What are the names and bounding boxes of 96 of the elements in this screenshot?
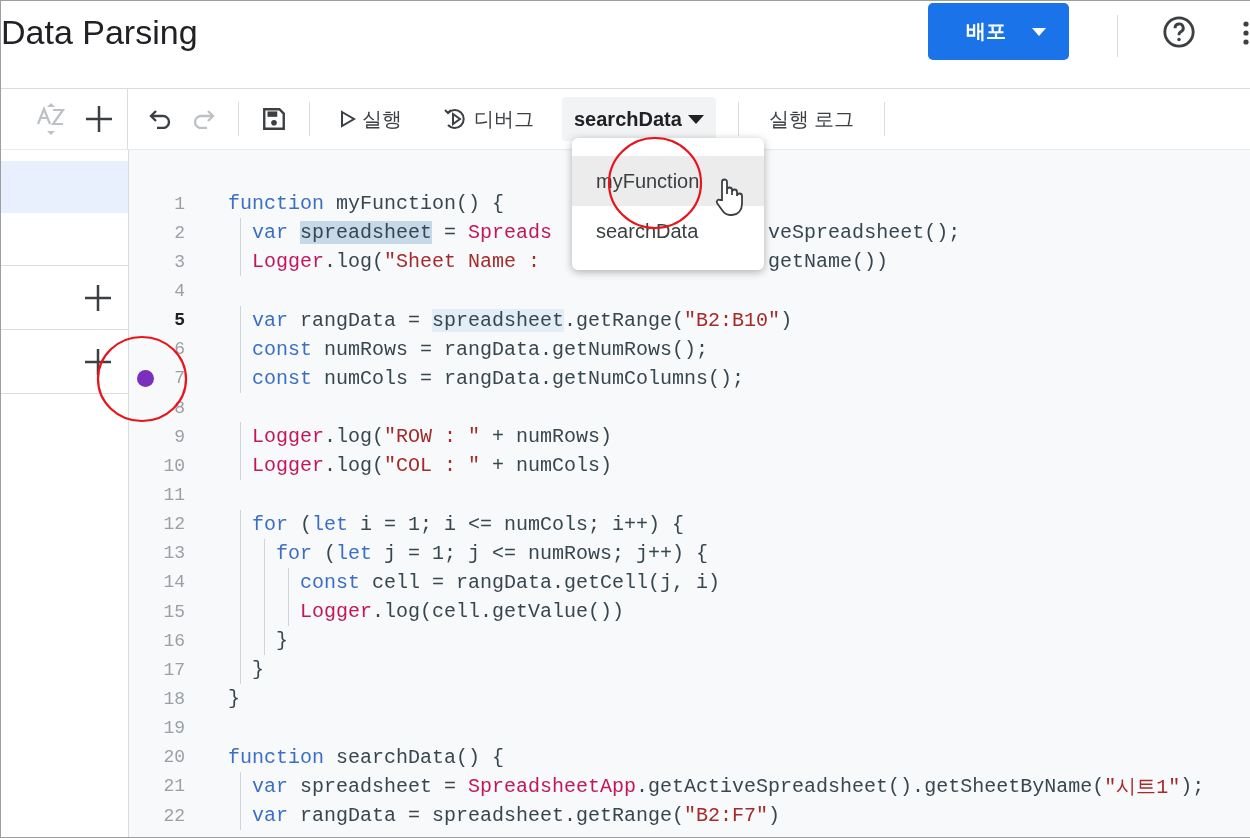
code-text: "시트1" [1104,774,1181,800]
run-button[interactable]: 실행 [332,105,410,133]
line-number: 21 [162,776,185,797]
line-number: 10 [162,455,185,476]
code-text: .getActiveSpreadsheet().getSheetByName( [636,774,1105,798]
code-text: numCols = rangData.getNumColumns(); [323,366,745,390]
more-icon[interactable] [1242,21,1250,45]
code-text: .log( [324,454,385,478]
code-text: Logger [251,250,324,274]
code-text: spreadsheet [432,308,565,332]
code-text: Logger [251,425,324,449]
code-text: var [251,308,288,332]
code-text: getName()) [768,250,889,274]
line-number: 19 [162,718,185,739]
code-text: } [228,687,240,711]
breakpoint-icon[interactable] [136,369,154,387]
line-number: 20 [162,747,185,768]
code-text: j = 1; j <= numRows; j++) { [383,541,709,565]
debug-icon [444,108,468,130]
code-text: for [251,512,288,536]
undo-icon[interactable] [148,109,172,129]
code-text: rangData = spreadsheet.getRange( [299,804,685,827]
add-icon[interactable] [85,105,113,133]
function-select[interactable]: searchData [562,97,716,141]
help-icon[interactable] [1162,15,1196,49]
line-number: 5 [173,310,185,331]
code-text: Logger [299,600,373,624]
code-text: ); [1180,774,1205,798]
code-text: var [251,221,289,245]
code-text: ( [323,541,337,565]
code-text: "B2:F7" [684,804,769,827]
deploy-button[interactable]: 배포 [928,3,1069,60]
code-text: = [443,221,458,245]
code-text: const [251,337,312,361]
code-text: for [275,541,312,565]
code-text: .log(cell.getValue()) [372,600,625,624]
code-text: SpreadsheetApp [468,774,637,798]
line-number: 13 [162,543,185,564]
code-text: .log( [324,425,385,449]
code-text: + numCols) [491,454,613,478]
line-number: 7 [173,368,185,389]
caret-icon [1031,27,1046,36]
code-text: let [312,512,349,536]
line-number: 1 [173,193,185,214]
code-text: .log( [324,250,385,274]
code-text: cell = rangData.getCell(j, i) [371,570,721,594]
code-text: } [275,629,288,653]
code-text: } [251,658,264,682]
line-number: 9 [173,426,185,447]
code-text: spreadsheet [300,221,433,245]
code-text: "COL : " [384,454,481,478]
code-text: numRows = rangData.getNumRows(); [323,337,709,361]
code-text: + numRows) [491,425,613,449]
line-number: 12 [162,514,185,535]
code-text: .getRange( [564,308,685,332]
code-text: Logger [251,454,324,478]
code-text: function [228,745,324,769]
menu-item[interactable]: searchData [572,206,764,256]
execution-log-button[interactable]: 실행 로그 [760,105,863,133]
code-text: veSpreadsheet(); [768,221,961,245]
code-text: function [228,192,324,216]
line-number: 22 [162,805,185,826]
line-number: 3 [173,251,185,272]
project-title: Data Parsing [1,13,199,52]
code-text: rangData = [299,308,422,332]
line-number: 16 [162,630,185,651]
line-number: 11 [162,484,185,505]
save-icon[interactable] [261,106,287,132]
code-text: ) [780,308,793,332]
code-text: spreadsheet = [299,774,458,798]
line-number: 14 [162,572,185,593]
code-text: let [336,541,373,565]
code-text: "Sheet Name : [384,250,541,274]
caret-icon [687,114,704,124]
code-text: ) [768,804,781,827]
line-number: 6 [173,339,185,360]
line-number: 17 [162,659,185,680]
code-text: searchData() { [335,745,505,769]
play-icon [340,110,356,128]
code-text: "B2:B10" [684,308,781,332]
code-text: ( [299,512,313,536]
line-number: 15 [162,601,185,622]
code-text: myFunction() { [335,192,505,216]
code-text: const [251,366,312,390]
code-text: const [299,570,361,594]
code-text: i = 1; i <= numCols; i++) { [359,512,685,536]
code-text: Spreads [468,221,553,245]
code-text: "ROW : " [384,425,481,449]
add-icon[interactable] [84,283,112,312]
line-number: 2 [173,222,185,243]
line-number: 18 [162,688,185,709]
hand-cursor-icon [714,178,744,218]
code-text: var [251,804,288,827]
debug-button[interactable]: 디버그 [436,105,542,133]
line-number: 4 [173,281,185,301]
code-text: var [251,774,288,798]
